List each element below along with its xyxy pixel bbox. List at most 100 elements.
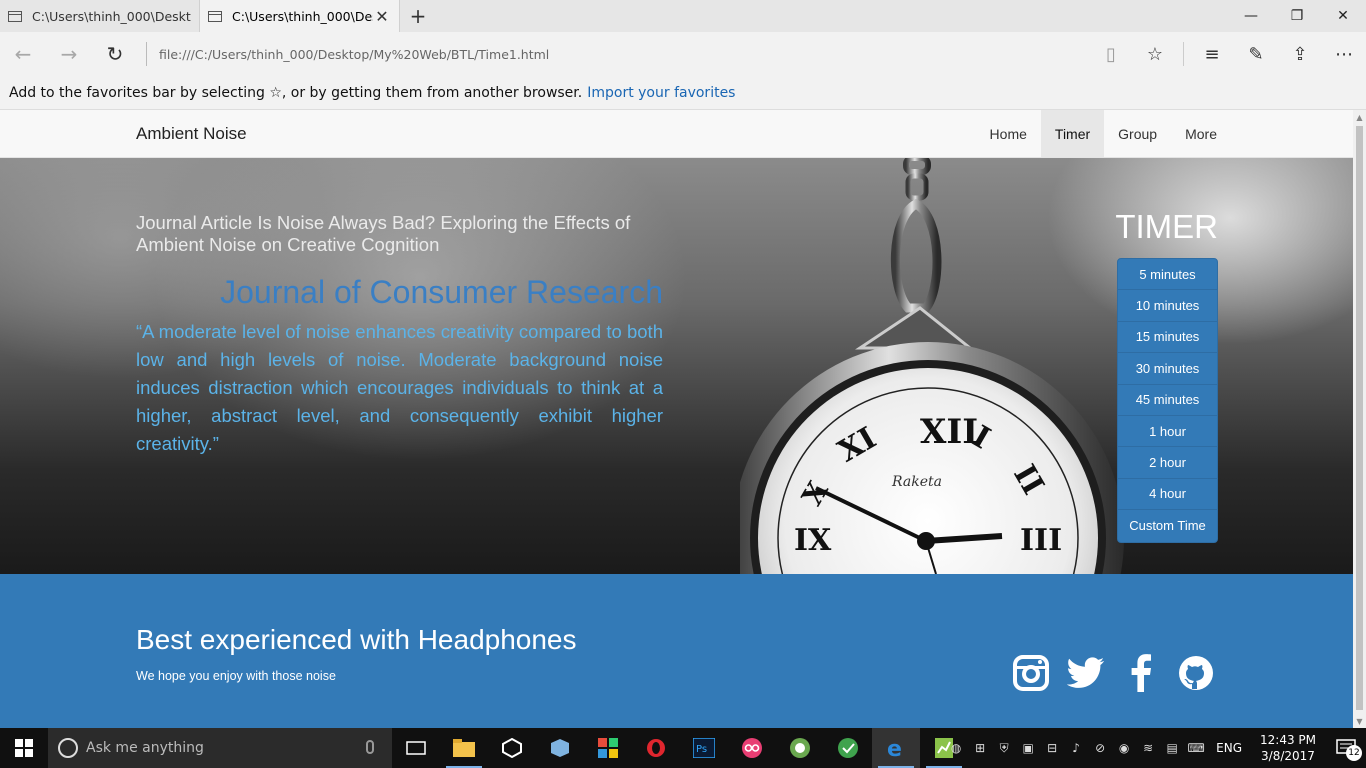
clock-date: 3/8/2017 [1261,749,1315,763]
cortana-search-box[interactable]: Ask me anything [48,728,392,768]
page-viewport: Ambient Noise Home Timer Group More XII … [0,110,1353,728]
timer-option-4-hour[interactable]: 4 hour [1118,479,1217,511]
twitter-icon[interactable] [1067,654,1105,692]
timer-option-30-minutes[interactable]: 30 minutes [1118,353,1217,385]
unity-icon[interactable] [488,728,536,768]
journal-article-block: Journal Article Is Noise Always Bad? Exp… [136,212,663,458]
search-placeholder: Ask me anything [86,740,204,756]
office-tiles-icon[interactable] [584,728,632,768]
timer-option-custom-time[interactable]: Custom Time [1118,510,1217,541]
tray-e-icon[interactable]: ▤ [1160,728,1184,768]
3d-box-icon[interactable] [536,728,584,768]
watch-brand-label: Raketa [891,474,942,490]
reading-view-icon[interactable]: ▯ [1089,32,1133,76]
address-bar[interactable]: file:///C:/Users/thinh_000/Desktop/My%20… [159,47,1089,62]
timer-option-10-minutes[interactable]: 10 minutes [1118,290,1217,322]
pocket-watch-image: XII XI I II III IX X Raketa [740,158,1124,574]
photoshop-icon[interactable]: Ps [680,728,728,768]
share-icon[interactable]: ⇪ [1278,32,1322,76]
tab-2[interactable]: C:\Users\thinh_000\Des ✕ [200,0,400,32]
scrollbar-thumb[interactable] [1356,126,1363,710]
input-keyboard-icon[interactable]: ⌨ [1184,728,1208,768]
clock-time: 12:43 PM [1260,733,1316,747]
timer-option-15-minutes[interactable]: 15 minutes [1118,322,1217,354]
tab-2-title: C:\Users\thinh_000\Des [232,8,373,24]
favorites-bar: Add to the favorites bar by selecting ☆,… [0,76,1366,110]
minimize-button[interactable]: — [1228,0,1274,32]
menu-item-more[interactable]: More [1171,110,1231,157]
restore-button[interactable]: ❐ [1274,0,1320,32]
window-controls: — ❐ ✕ [1228,0,1366,32]
tray-hardware-icon[interactable]: ⊟ [1040,728,1064,768]
hub-icon[interactable]: ≡ [1190,32,1234,76]
action-center-icon[interactable]: 12 [1326,728,1366,768]
divider [146,42,147,66]
tab-bar: C:\Users\thinh_000\Desktop C:\Users\thin… [0,0,1366,32]
back-button[interactable]: ← [0,32,46,76]
menu-item-home[interactable]: Home [976,110,1041,157]
menu-item-timer[interactable]: Timer [1040,110,1105,157]
article-title: Journal Article Is Noise Always Bad? Exp… [136,212,631,255]
timer-option-2-hour[interactable]: 2 hour [1118,447,1217,479]
page-icon [208,10,222,22]
tab-1[interactable]: C:\Users\thinh_000\Desktop [0,0,200,32]
microphone-icon[interactable] [366,740,374,754]
wifi-icon[interactable]: ≋ [1136,728,1160,768]
tab-1-title: C:\Users\thinh_000\Desktop [32,8,191,24]
footer-title: Best experienced with Headphones [136,624,577,655]
import-favorites-link[interactable]: Import your favorites [587,85,735,101]
language-indicator[interactable]: ENG [1208,741,1250,755]
site-brand[interactable]: Ambient Noise [136,124,247,144]
github-icon[interactable] [1177,654,1215,692]
android-studio-icon[interactable] [776,728,824,768]
footer-subtitle: We hope you enjoy with those noise [136,669,336,683]
timer-option-1-hour[interactable]: 1 hour [1118,416,1217,448]
cortana-icon [58,738,78,758]
scroll-up-icon[interactable]: ▲ [1353,110,1366,124]
menu-item-group[interactable]: Group [1104,110,1171,157]
close-window-button[interactable]: ✕ [1320,0,1366,32]
more-icon[interactable]: ⋯ [1322,32,1366,76]
timer-options-list: 5 minutes 10 minutes 15 minutes 30 minut… [1117,258,1218,543]
refresh-button[interactable]: ↻ [92,32,138,76]
green-app-icon[interactable] [824,728,872,768]
page-icon [8,10,22,22]
tray-app-icon[interactable]: ◍ [944,728,968,768]
svg-text:Ps: Ps [696,744,707,755]
timer-title: TIMER [1115,208,1218,245]
article-quote: “A moderate level of noise enhances crea… [136,321,663,454]
tray-shield-icon[interactable]: ⛨ [992,728,1016,768]
timer-option-45-minutes[interactable]: 45 minutes [1118,385,1217,416]
opera-icon[interactable] [632,728,680,768]
navigation-bar: ← → ↻ file:///C:/Users/thinh_000/Desktop… [0,32,1366,76]
web-note-icon[interactable]: ✎ [1234,32,1278,76]
windows-taskbar: Ask me anything Ps e ◍ ⊞ ⛨ ▣ ⊟ ♪ ⊘ ◉ ≋ ▤… [0,728,1366,768]
tray-adobe-icon[interactable]: ▣ [1016,728,1040,768]
app-pink-icon[interactable] [728,728,776,768]
forward-button[interactable]: → [46,32,92,76]
tray-disc-icon[interactable]: ◉ [1112,728,1136,768]
svg-text:IX: IX [794,523,832,558]
favorite-star-icon[interactable]: ☆ [1133,32,1177,76]
svg-text:e: e [887,737,902,759]
page-scrollbar[interactable]: ▲ ▼ [1353,110,1366,728]
timer-option-5-minutes[interactable]: 5 minutes [1118,259,1217,291]
facebook-icon[interactable] [1122,654,1160,692]
hero-section: XII XI I II III IX X Raketa Journal Arti… [0,158,1353,574]
divider [1183,42,1184,66]
footer-section: Best experienced with Headphones We hope… [0,574,1353,728]
tray-mute-icon[interactable]: ⊘ [1088,728,1112,768]
instagram-icon[interactable] [1012,654,1050,692]
volume-icon[interactable]: ♪ [1064,728,1088,768]
system-clock[interactable]: 12:43 PM 3/8/2017 [1250,732,1326,764]
scroll-down-icon[interactable]: ▼ [1353,714,1366,728]
site-navbar: Ambient Noise Home Timer Group More [0,110,1353,158]
new-tab-button[interactable]: + [400,0,436,32]
windows-start-icon[interactable] [0,728,48,768]
close-tab-icon[interactable]: ✕ [373,7,391,26]
file-explorer-icon[interactable] [440,728,488,768]
tray-network-share-icon[interactable]: ⊞ [968,728,992,768]
journal-name: Journal of Consumer Research [220,274,663,310]
task-view-icon[interactable] [392,728,440,768]
edge-browser-icon[interactable]: e [872,728,920,768]
